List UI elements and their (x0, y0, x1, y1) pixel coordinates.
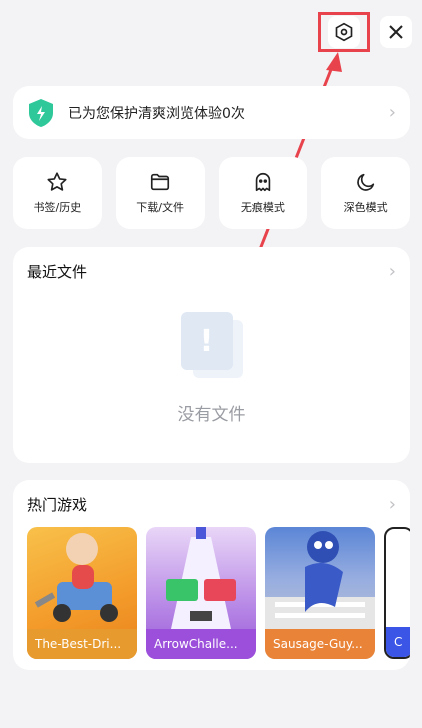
chevron-right-icon: › (388, 102, 396, 123)
top-bar (318, 12, 412, 52)
quick-item-dark-mode[interactable]: 深色模式 (321, 157, 410, 229)
recent-files-title: 最近文件 (27, 263, 88, 281)
game-card[interactable]: The-Best-Dri... (27, 527, 137, 659)
chevron-right-icon: › (388, 261, 396, 282)
empty-document-icon: ! (180, 312, 243, 378)
quick-item-bookmarks[interactable]: 书签/历史 (13, 157, 102, 229)
ghost-icon (255, 172, 271, 192)
empty-doc-front: ! (180, 312, 233, 370)
settings-button[interactable] (328, 16, 360, 48)
settings-highlight-box (318, 12, 370, 52)
protection-text: 已为您保护清爽浏览体验0次 (68, 105, 245, 122)
hot-games-title: 热门游戏 (27, 496, 88, 514)
game-name: Sausage-Guy... (265, 629, 375, 659)
game-list: The-Best-Dri... ArrowChalle... Sausage-G… (27, 527, 410, 659)
game-thumbnail-sausage (265, 531, 375, 629)
shield-icon (29, 98, 53, 127)
star-icon (47, 172, 67, 191)
game-thumbnail-kart (34, 533, 118, 622)
game-name: ArrowChalle... (146, 629, 256, 659)
moon-icon (356, 173, 374, 191)
quick-item-incognito[interactable]: 无痕模式 (218, 157, 308, 229)
recent-files-header[interactable]: 最近文件 › (27, 261, 396, 282)
quick-actions: 书签/历史 下载/文件 无痕模式 深色模式 (13, 157, 410, 229)
game-card[interactable]: ArrowChalle... (146, 527, 256, 659)
close-icon (389, 25, 403, 39)
empty-state-text: 没有文件 (177, 405, 246, 425)
hot-games-card: 热门游戏 › The-Best-Dri... ArrowChalle... Sa… (13, 480, 410, 670)
quick-item-label: 书签/历史 (33, 201, 82, 214)
quick-item-downloads[interactable]: 下载/文件 (115, 157, 205, 229)
quick-item-label: 无痕模式 (240, 201, 285, 214)
game-card[interactable]: C (384, 527, 410, 659)
folder-icon (151, 173, 170, 191)
game-name: C (386, 627, 410, 657)
game-name: The-Best-Dri... (27, 629, 137, 659)
quick-item-label: 深色模式 (343, 201, 388, 214)
settings-icon (335, 22, 353, 42)
game-card[interactable]: Sausage-Guy... (265, 527, 375, 659)
quick-item-label: 下载/文件 (136, 201, 184, 214)
hot-games-header[interactable]: 热门游戏 › (27, 494, 410, 515)
close-button[interactable] (380, 16, 412, 48)
protection-banner[interactable]: 已为您保护清爽浏览体验0次 › (13, 86, 410, 139)
chevron-right-icon: › (388, 494, 396, 515)
game-thumbnail-arrow (166, 527, 236, 629)
empty-state: ! 没有文件 (27, 312, 396, 425)
recent-files-card: 最近文件 › ! 没有文件 (13, 247, 410, 463)
